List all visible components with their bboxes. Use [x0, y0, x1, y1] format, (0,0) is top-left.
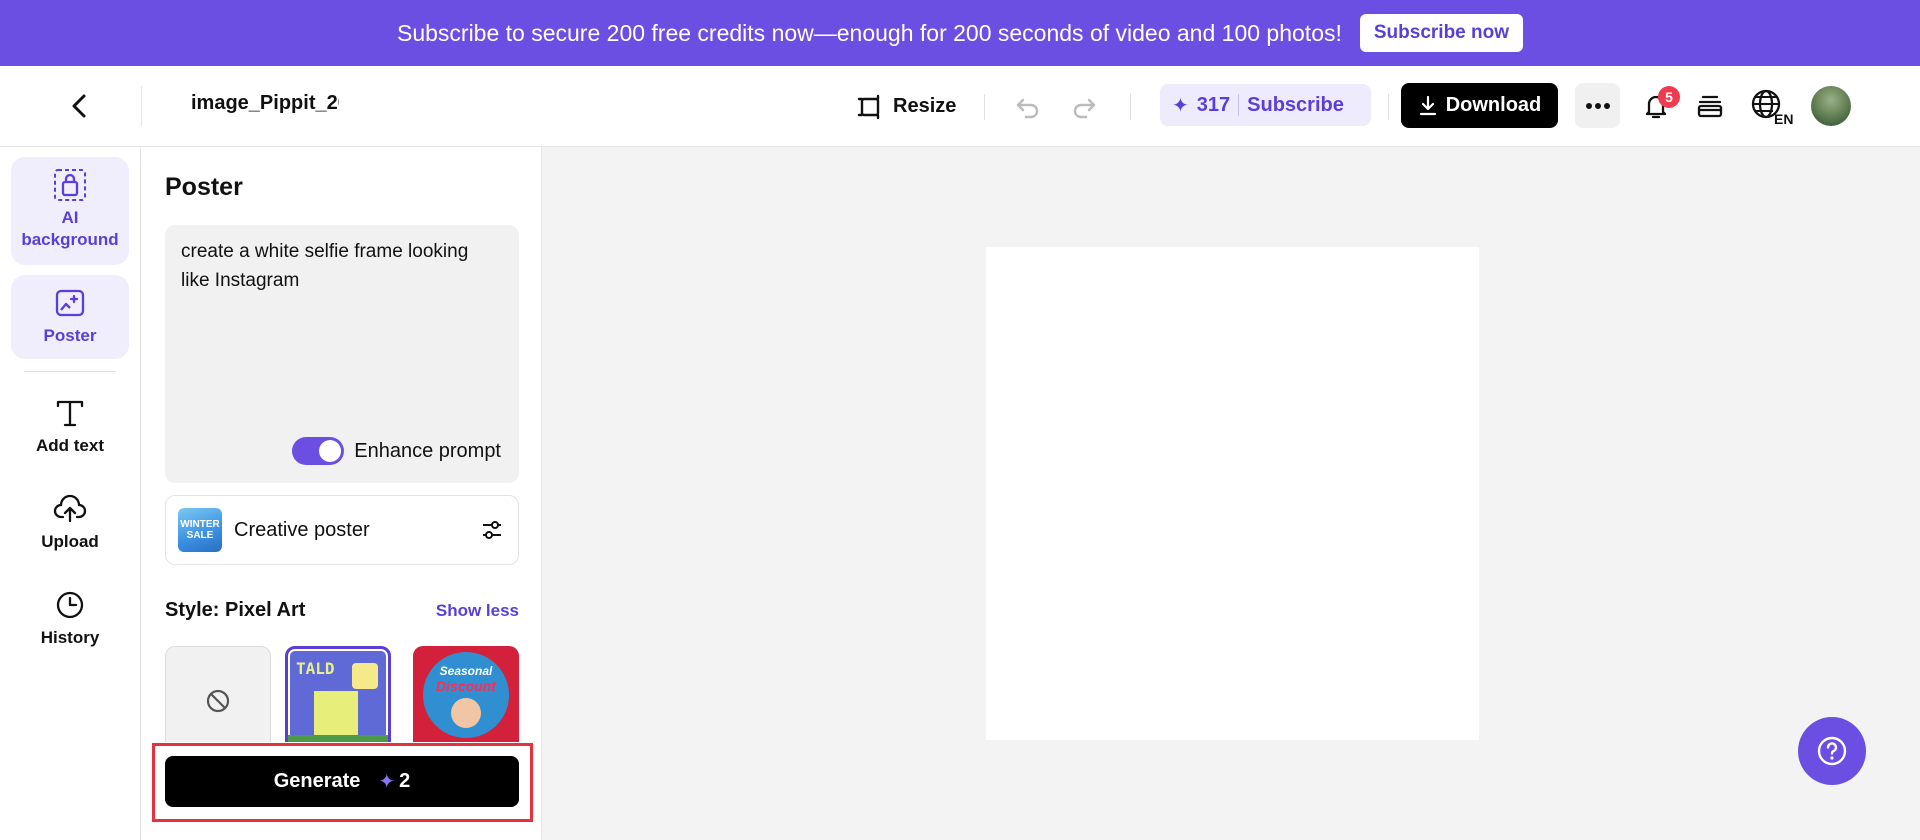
rail-item-label: Poster: [43, 326, 97, 345]
undo-icon: [1016, 98, 1039, 119]
sparkle-icon: ✦: [1172, 94, 1189, 117]
seasonal-thumb-text: Seasonal: [439, 664, 493, 678]
notification-badge: 5: [1658, 86, 1680, 108]
promo-banner-text: Subscribe to secure 200 free credits now…: [396, 19, 1342, 46]
upload-icon: [52, 491, 88, 527]
history-icon: [52, 587, 88, 623]
rail-item-ai-background[interactable]: AI background: [11, 157, 129, 265]
redo-icon: [1073, 98, 1096, 119]
generate-cost: ✦ 2: [378, 769, 410, 794]
globe-icon: EN: [1751, 89, 1793, 126]
rail-divider: [24, 371, 116, 372]
text-icon: [52, 395, 88, 431]
style-thumbnails: TALD Seasonal Discount: [165, 646, 519, 742]
generate-label: Generate: [273, 770, 361, 792]
panel-title: Poster: [165, 173, 243, 201]
poster-icon: [52, 285, 88, 321]
rail-item-poster[interactable]: Poster: [11, 275, 129, 359]
chevron-left-icon: [72, 94, 86, 118]
language-button[interactable]: EN: [1748, 84, 1796, 128]
toolbar-separator: [1130, 94, 1131, 120]
resize-button[interactable]: Resize: [857, 86, 956, 126]
artboard[interactable]: [986, 247, 1479, 740]
style-option-pixel-art[interactable]: TALD: [285, 646, 391, 742]
download-label: Download: [1445, 94, 1542, 116]
pixel-art-thumb-text: TALD: [296, 659, 335, 678]
creative-poster-selector[interactable]: WINTER SALE Creative poster: [165, 495, 519, 565]
stack-icon: [1697, 95, 1723, 118]
ai-background-icon: [52, 167, 88, 203]
credits-count: 317: [1196, 93, 1231, 116]
credits-subscribe-pill[interactable]: ✦ 317 Subscribe: [1160, 84, 1371, 126]
resize-icon: [857, 94, 880, 120]
rail-item-add-text[interactable]: Add text: [11, 391, 129, 471]
rail-item-upload[interactable]: Upload: [11, 487, 129, 567]
pixel-ground: [288, 735, 388, 742]
language-code: EN: [1774, 111, 1793, 126]
sliders-icon[interactable]: [478, 516, 506, 544]
prompt-text[interactable]: create a white selfie frame looking like…: [181, 237, 501, 295]
pixel-dinosaur: [314, 691, 358, 735]
rail-item-label: History: [40, 628, 100, 647]
resize-label: Resize: [893, 94, 957, 117]
left-tool-rail: AI background Poster Add text Upload His…: [0, 147, 141, 840]
credits-wallet-button[interactable]: [1692, 88, 1728, 124]
enhance-prompt-row: Enhance prompt: [292, 437, 501, 465]
template-label: Creative poster: [234, 518, 370, 541]
no-style-icon: [206, 689, 230, 713]
toolbar-divider: [141, 86, 142, 126]
seasonal-character: [451, 698, 481, 728]
style-option-none[interactable]: [165, 646, 271, 742]
notifications-button[interactable]: 5: [1636, 86, 1680, 126]
pill-separator: [1238, 94, 1240, 116]
rail-item-label: Upload: [41, 532, 99, 551]
download-button[interactable]: Download: [1401, 83, 1558, 128]
sparkle-icon: ✦: [378, 771, 396, 793]
generate-button[interactable]: Generate ✦ 2: [165, 756, 519, 807]
rail-item-history[interactable]: History: [11, 583, 129, 663]
help-button[interactable]: [1798, 717, 1866, 785]
template-thumbnail: WINTER SALE: [178, 508, 222, 552]
toolbar-separator: [984, 94, 985, 120]
canvas-workspace[interactable]: [542, 147, 1920, 840]
promo-banner: Subscribe to secure 200 free credits now…: [0, 0, 1920, 66]
enhance-prompt-toggle[interactable]: [292, 437, 345, 465]
rail-item-label: Add text: [36, 436, 104, 455]
more-options-button[interactable]: [1575, 83, 1620, 128]
poster-panel: Poster create a white selfie frame looki…: [141, 147, 542, 840]
generate-cost-value: 2: [399, 770, 411, 792]
user-avatar[interactable]: [1811, 86, 1851, 126]
style-option-seasonal[interactable]: Seasonal Discount: [413, 646, 519, 742]
toolbar-separator: [1388, 94, 1389, 120]
undo-button[interactable]: [1010, 88, 1046, 124]
pixel-sun: [352, 663, 378, 689]
subscribe-now-button[interactable]: Subscribe now: [1359, 14, 1524, 52]
top-toolbar: image_Pippit_2025 Resize ✦ 317 Subscribe…: [0, 66, 1920, 147]
prompt-textarea[interactable]: create a white selfie frame looking like…: [165, 225, 519, 483]
help-icon: [1817, 736, 1847, 766]
rail-item-label: AI background: [21, 208, 119, 249]
back-button[interactable]: [62, 88, 98, 124]
more-horizontal-icon: [1585, 102, 1610, 109]
enhance-prompt-label: Enhance prompt: [354, 439, 501, 462]
show-less-link[interactable]: Show less: [436, 601, 519, 621]
style-title: Style: Pixel Art: [165, 599, 306, 621]
download-icon: [1419, 95, 1436, 115]
file-name[interactable]: image_Pippit_2025: [191, 92, 339, 115]
redo-button[interactable]: [1066, 88, 1102, 124]
seasonal-thumb-text2: Discount: [436, 678, 496, 694]
subscribe-link[interactable]: Subscribe: [1247, 94, 1344, 117]
